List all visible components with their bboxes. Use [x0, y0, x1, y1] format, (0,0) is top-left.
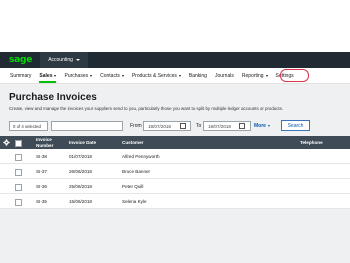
nav-item-label: Reporting: [241, 72, 264, 79]
column-header-customer[interactable]: Customer: [122, 136, 143, 149]
column-label: Invoice Date: [69, 139, 97, 145]
invoice-date-cell: 25/06/2018: [69, 183, 92, 189]
more-filters-button[interactable]: More: [254, 121, 270, 131]
table-row[interactable]: SI-35 15/06/2018 Selena Kyle: [0, 194, 350, 209]
row-checkbox[interactable]: [15, 168, 22, 176]
settings-highlight-ring: [280, 69, 309, 82]
nav-item-label: Banking: [188, 72, 207, 79]
more-filters-label: More: [254, 123, 266, 129]
invoice-number-cell: SI-37: [36, 168, 47, 174]
selection-count-text: 0 of 4 selected: [13, 123, 41, 129]
nav-item-purchases[interactable]: Purchases: [60, 68, 96, 83]
search-button[interactable]: Search: [281, 120, 310, 131]
chevron-down-icon: [90, 74, 93, 77]
nav-item-products-services[interactable]: Products & Services: [128, 68, 185, 83]
table-row[interactable]: SI-36 25/06/2018 Peter Quill: [0, 179, 350, 194]
invoice-date-cell: 01/07/2018: [69, 153, 92, 159]
nav-item-summary[interactable]: Summary: [6, 68, 35, 83]
chevron-down-icon: [54, 74, 57, 77]
table-row[interactable]: SI-38 01/07/2018 Alfred Pennyworth: [0, 149, 350, 164]
nav-item-reporting[interactable]: Reporting: [238, 68, 272, 83]
select-all-checkbox[interactable]: [15, 139, 22, 147]
calendar-icon[interactable]: [180, 123, 186, 129]
table-row[interactable]: SI-37 26/06/2018 Bruce Banner: [0, 164, 350, 179]
main-content: Purchase Invoices Create, view and manag…: [0, 84, 350, 263]
customer-cell: Alfred Pennyworth: [122, 153, 160, 159]
column-header-invoice-date[interactable]: Invoice Date: [69, 136, 96, 149]
chevron-down-icon: [267, 125, 270, 127]
nav-item-label: Contacts: [100, 72, 120, 79]
nav-item-label: Sales: [39, 72, 53, 79]
invoice-date-cell: 15/06/2018: [69, 198, 92, 204]
from-label: From: [130, 123, 142, 129]
nav-item-label: Journals: [214, 72, 234, 79]
to-label: To: [196, 123, 202, 129]
column-label: Customer: [122, 139, 144, 145]
nav-item-label: Products & Services: [131, 72, 177, 79]
table-header: Invoice Number Invoice Date Customer Tel…: [0, 136, 350, 149]
gear-icon[interactable]: [3, 139, 10, 146]
chevron-down-icon: [178, 74, 181, 77]
column-header-telephone[interactable]: Telephone: [300, 136, 323, 149]
row-checkbox[interactable]: [15, 183, 22, 191]
nav-item-label: Summary: [10, 72, 32, 79]
invoice-date-cell: 26/06/2018: [69, 168, 92, 174]
row-checkbox[interactable]: [15, 153, 22, 161]
customer-cell: Peter Quill: [122, 183, 144, 189]
column-label: Invoice Number: [36, 137, 54, 148]
nav-item-banking[interactable]: Banking: [185, 68, 211, 83]
nav-item-sales[interactable]: Sales: [35, 68, 60, 83]
row-checkbox[interactable]: [15, 198, 22, 206]
chevron-down-icon: [265, 74, 268, 77]
search-button-label: Search: [287, 122, 304, 129]
calendar-icon[interactable]: [239, 123, 245, 129]
from-date-value: 18/07/2018: [148, 123, 171, 129]
customer-cell: Bruce Banner: [122, 168, 151, 174]
app-switcher-label: Accounting: [48, 57, 73, 63]
chevron-down-icon: [121, 74, 124, 77]
app-window: sage Accounting Summary Sales Purchases …: [0, 0, 350, 263]
chevron-down-icon: [75, 59, 80, 61]
top-bar: sage Accounting: [0, 52, 350, 68]
page-title: Purchase Invoices: [9, 92, 97, 103]
customer-cell: Selena Kyle: [122, 198, 147, 204]
invoice-number-cell: SI-35: [36, 198, 47, 204]
nav-item-journals[interactable]: Journals: [211, 68, 238, 83]
to-date-value: 18/07/2018: [208, 123, 231, 129]
sage-logo[interactable]: sage: [9, 55, 32, 65]
nav-item-label: Purchases: [64, 72, 89, 79]
column-header-invoice-number[interactable]: Invoice Number: [36, 136, 60, 149]
nav-item-contacts[interactable]: Contacts: [96, 68, 128, 83]
search-input[interactable]: [51, 121, 123, 131]
column-label: Telephone: [300, 139, 323, 145]
invoice-number-cell: SI-38: [36, 153, 47, 159]
page-description: Create, view and manage the invoices you…: [9, 106, 284, 111]
app-switcher[interactable]: Accounting: [40, 52, 88, 68]
selection-count: 0 of 4 selected: [9, 121, 48, 131]
invoice-number-cell: SI-36: [36, 183, 47, 189]
